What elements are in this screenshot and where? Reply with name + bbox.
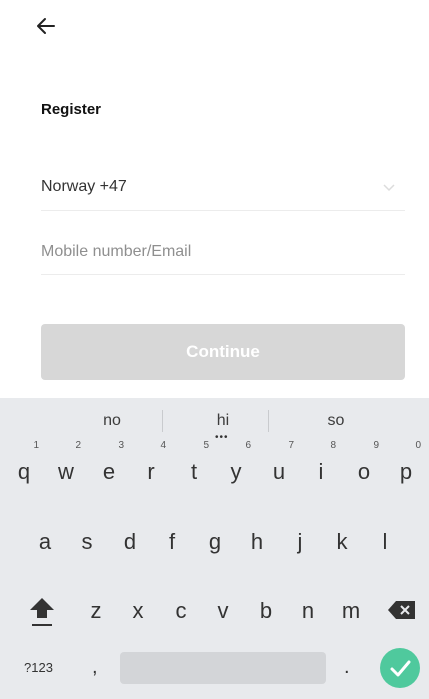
suggestion-bar: no hi ••• so	[0, 398, 429, 444]
mobile-email-field-row	[41, 232, 405, 275]
country-selector[interactable]: Norway +47	[41, 168, 405, 211]
key-s[interactable]: s	[66, 518, 108, 562]
chevron-down-icon	[383, 184, 395, 192]
key-z[interactable]: z	[75, 587, 117, 631]
page-title: Register	[41, 101, 102, 118]
shift-icon	[30, 598, 54, 626]
continue-button[interactable]: Continue	[41, 324, 405, 380]
mobile-email-input[interactable]	[41, 238, 381, 266]
comma-key[interactable]: ,	[92, 656, 98, 679]
divider	[162, 410, 163, 432]
symbols-key[interactable]: ?123	[24, 660, 53, 675]
key-g[interactable]: g	[194, 518, 236, 562]
country-value: Norway +47	[41, 178, 127, 195]
key-r[interactable]: 4r	[130, 440, 172, 492]
key-j[interactable]: j	[279, 518, 321, 562]
key-m[interactable]: m	[330, 587, 372, 631]
key-i[interactable]: 8i	[300, 440, 342, 492]
key-l[interactable]: l	[364, 518, 406, 562]
key-o[interactable]: 9o	[343, 440, 385, 492]
arrow-left-icon	[37, 18, 55, 34]
key-e[interactable]: 3e	[88, 440, 130, 492]
key-h[interactable]: h	[236, 518, 278, 562]
key-t[interactable]: 5t	[173, 440, 215, 492]
key-v[interactable]: v	[202, 587, 244, 631]
divider	[268, 410, 269, 432]
key-b[interactable]: b	[245, 587, 287, 631]
key-n[interactable]: n	[287, 587, 329, 631]
key-q[interactable]: 1q	[3, 440, 45, 492]
period-key[interactable]: .	[344, 656, 350, 679]
suggestion-no[interactable]: no	[72, 412, 152, 430]
key-u[interactable]: 7u	[258, 440, 300, 492]
shift-key[interactable]	[26, 594, 58, 630]
suggestion-so[interactable]: so	[296, 412, 376, 430]
enter-key[interactable]	[380, 648, 420, 688]
key-c[interactable]: c	[160, 587, 202, 631]
soft-keyboard: no hi ••• so 1q 2w 3e 4r 5t 6y 7u 8i 9o …	[0, 398, 429, 699]
backspace-key[interactable]	[386, 598, 418, 622]
key-w[interactable]: 2w	[45, 440, 87, 492]
key-k[interactable]: k	[321, 518, 363, 562]
suggestion-hi[interactable]: hi	[183, 412, 263, 430]
key-p[interactable]: 0p	[385, 440, 427, 492]
space-bar[interactable]	[120, 652, 326, 684]
key-a[interactable]: a	[24, 518, 66, 562]
checkmark-icon	[390, 660, 411, 677]
key-y[interactable]: 6y	[215, 440, 257, 492]
key-x[interactable]: x	[117, 587, 159, 631]
more-suggestions-icon[interactable]: •••	[215, 432, 229, 443]
back-button[interactable]	[34, 14, 58, 38]
key-f[interactable]: f	[151, 518, 193, 562]
key-d[interactable]: d	[109, 518, 151, 562]
backspace-icon	[388, 601, 415, 619]
